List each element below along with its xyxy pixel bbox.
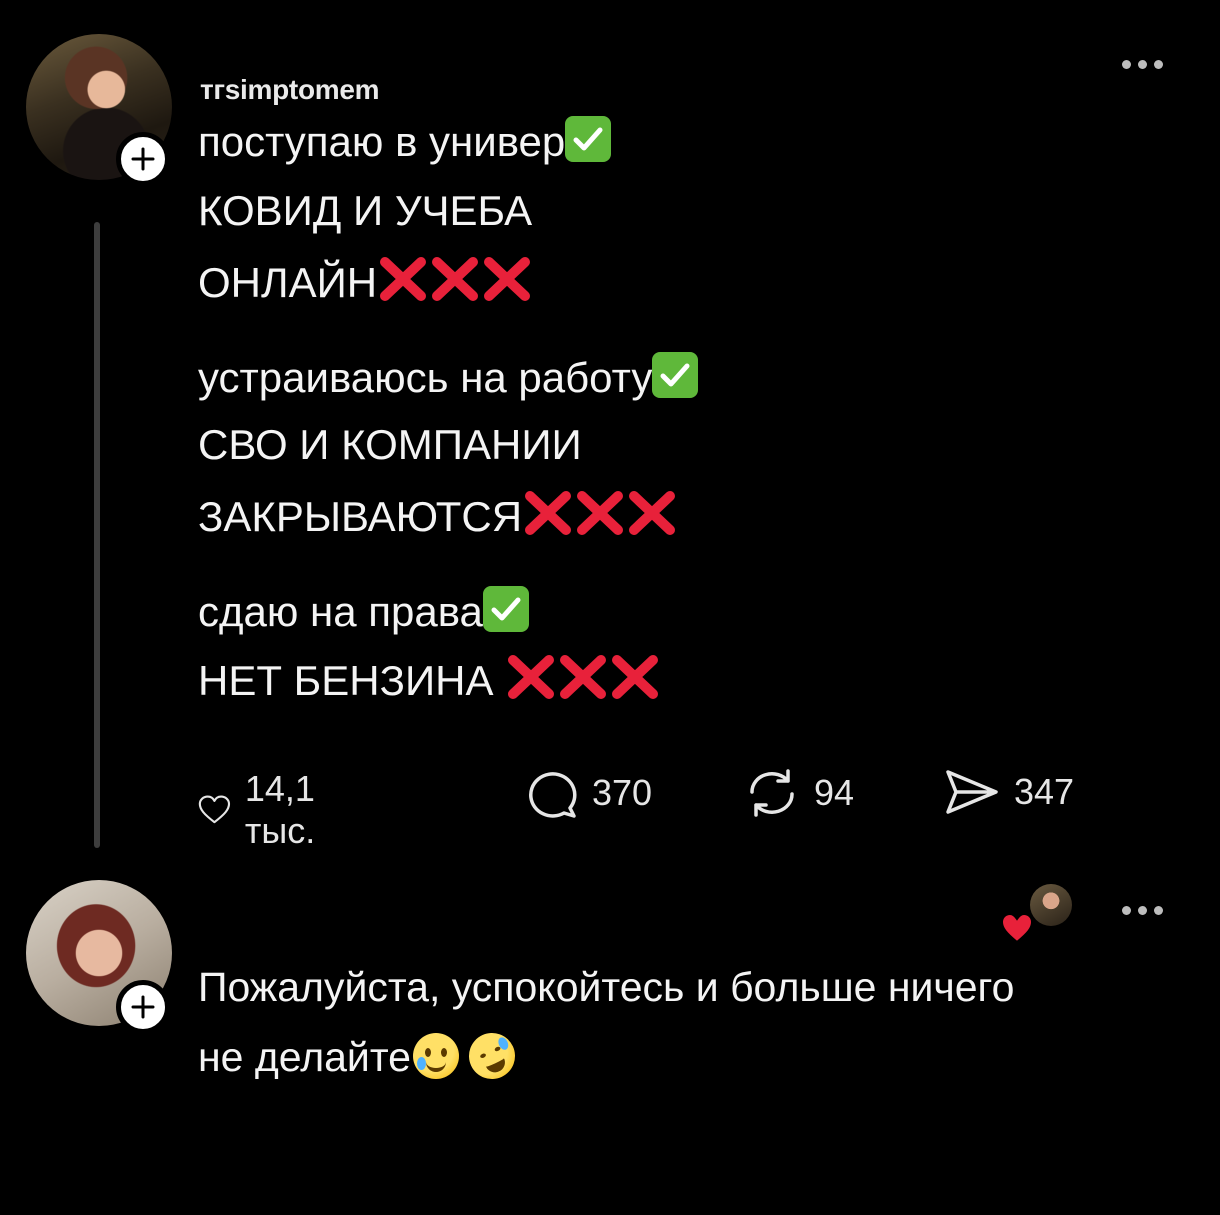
post-line-text: КОВИД И УЧЕБА [198,187,533,234]
more-dot-icon [1122,906,1131,915]
post-more-menu[interactable] [1122,60,1163,69]
liked-heart-icon [1000,912,1034,944]
repost-button[interactable]: 94 [744,768,854,818]
plus-icon [131,995,155,1019]
cross-mark-icon [508,655,555,699]
more-dot-icon [1154,906,1163,915]
reply-text-line-1: Пожалуйста, успокойтесь и больше ничего [198,964,1015,1010]
share-button[interactable]: 347 [944,768,1074,816]
thread-connector [94,222,100,848]
post-line-6: ЗАКРЫВАЮТСЯ [198,490,678,542]
comment-button[interactable]: 370 [524,768,652,818]
post-line-1: поступаю в универ [198,116,612,167]
post-line-2: КОВИД И УЧЕБА [198,186,532,236]
repost-icon [750,769,794,817]
post-line-7: сдаю на права [198,586,529,637]
reply-more-menu[interactable] [1122,906,1163,915]
check-mark-icon [652,352,699,398]
post-line-8: НЕТ БЕНЗИНА [198,654,661,706]
like-count: 14,1 тыс. [244,768,316,851]
post-line-text: ЗАКРЫВАЮТСЯ [198,493,523,540]
post-line-text: СВО И КОМПАНИИ [198,421,582,468]
post-line-text: сдаю на права [198,588,483,635]
post-line-text: устраиваюсь на работу [198,354,653,401]
cross-mark-icon [525,491,572,535]
cross-mark-icon [432,257,479,301]
rolling-laughing-emoji-icon [461,1025,523,1087]
heart-icon [198,795,231,824]
post-line-text: НЕТ БЕНЗИНА [198,657,506,704]
send-icon [946,770,998,814]
reply-text-line-2: не делайте [198,1025,523,1087]
cross-mark-icon [560,655,607,699]
post-line-3: ОНЛАЙН [198,256,533,308]
reply-follow-plus-button[interactable] [116,980,170,1034]
check-mark-icon [482,586,529,632]
comment-count: 370 [592,772,653,813]
repost-count: 94 [814,772,855,813]
cross-mark-icon [612,655,659,699]
cross-mark-icon [484,257,531,301]
smiling-tear-emoji-icon [412,1033,459,1079]
check-mark-icon [565,116,612,162]
post-line-text: поступаю в универ [198,118,566,165]
more-dot-icon [1138,60,1147,69]
plus-icon [131,147,155,171]
share-count: 347 [1014,771,1075,812]
post-line-4: устраиваюсь на работу [198,352,699,403]
follow-plus-button[interactable] [116,132,170,186]
more-dot-icon [1138,906,1147,915]
like-button[interactable]: 14,1 тыс. [198,768,336,852]
post-line-5: СВО И КОМПАНИИ [198,420,582,470]
cross-mark-icon [577,491,624,535]
cross-mark-icon [380,257,427,301]
post-line-text: ОНЛАЙН [198,259,378,306]
more-dot-icon [1154,60,1163,69]
comment-bubble-icon [529,772,577,818]
reply-text: не делайте [198,1034,411,1080]
liked-by-author-avatar [1030,884,1072,926]
post-username[interactable]: тгsimptomem [200,74,380,106]
more-dot-icon [1122,60,1131,69]
cross-mark-icon [629,491,676,535]
